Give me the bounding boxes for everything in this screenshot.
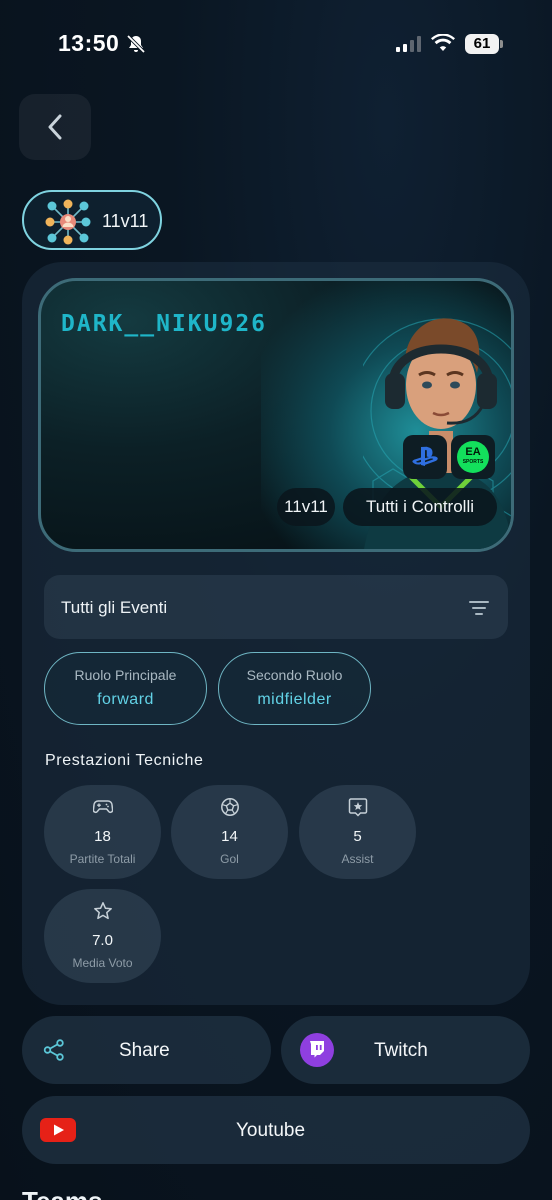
battery-level: 61 [465, 34, 499, 54]
soccer-ball-icon [221, 798, 239, 816]
stat-label: Gol [220, 852, 239, 866]
secondary-role-value: midfielder [257, 691, 332, 708]
stat-assists: 5 Assist [299, 785, 416, 879]
back-button[interactable] [19, 94, 91, 160]
ea-sports-icon: EA SPORTS [451, 435, 495, 479]
stat-value: 18 [94, 828, 111, 845]
filter-icon[interactable] [468, 599, 490, 617]
card-mode-chip: 11v11 [277, 488, 335, 526]
status-time: 13:50 [58, 30, 120, 56]
twitch-button[interactable]: Twitch [281, 1016, 530, 1084]
twitch-icon [300, 1033, 334, 1067]
twitch-button-label: Twitch [374, 1040, 428, 1061]
wifi-icon [431, 34, 455, 51]
ea-logo-subtext: SPORTS [462, 459, 484, 465]
primary-role-title: Ruolo Principale [74, 667, 177, 683]
stat-total-matches: 18 Partite Totali [44, 785, 161, 879]
secondary-role-title: Secondo Ruolo [246, 667, 343, 683]
stat-label: Partite Totali [69, 852, 136, 866]
player-gamertag: DARK__NIKU926 [61, 311, 268, 337]
bell-muted-icon [126, 34, 146, 54]
share-button[interactable]: Share [22, 1016, 271, 1084]
share-icon [43, 1039, 64, 1061]
game-mode-badge[interactable]: 11v11 [22, 190, 162, 250]
team-network-icon [45, 199, 91, 245]
playstation-icon [403, 435, 447, 479]
teams-section-title: Teams [22, 1186, 102, 1200]
battery-indicator: 61 [465, 34, 503, 54]
ea-logo-text: EA [465, 446, 481, 458]
stats-section-title: Prestazioni Tecniche [45, 752, 204, 769]
stat-label: Media Voto [72, 956, 133, 970]
stat-value: 14 [221, 828, 238, 845]
events-filter-label: Tutti gli Eventi [61, 598, 168, 617]
youtube-icon [40, 1118, 76, 1142]
share-button-label: Share [119, 1040, 170, 1061]
youtube-button[interactable]: Youtube [22, 1096, 530, 1164]
star-icon [94, 902, 112, 920]
player-card[interactable]: DARK__NIKU926 EA SPORTS 11v11 Tutti i Co… [38, 278, 514, 552]
primary-role-value: forward [97, 691, 154, 708]
controls-chip: Tutti i Controlli [343, 488, 497, 526]
chevron-left-icon [48, 114, 62, 140]
youtube-button-label: Youtube [236, 1120, 306, 1141]
assist-icon [348, 798, 368, 817]
stat-label: Assist [341, 852, 374, 866]
status-bar: 13:50 61 [0, 0, 552, 90]
game-mode-label: 11v11 [102, 211, 149, 231]
secondary-role-pill: Secondo Ruolo midfielder [218, 652, 371, 725]
stat-value: 7.0 [92, 932, 113, 949]
cellular-signal-icon [396, 36, 421, 52]
stat-value: 5 [353, 828, 362, 845]
stat-goals: 14 Gol [171, 785, 288, 879]
stat-average-rating: 7.0 Media Voto [44, 889, 161, 983]
events-filter-dropdown[interactable]: Tutti gli Eventi [44, 575, 508, 639]
gamepad-icon [93, 800, 113, 814]
primary-role-pill: Ruolo Principale forward [44, 652, 207, 725]
